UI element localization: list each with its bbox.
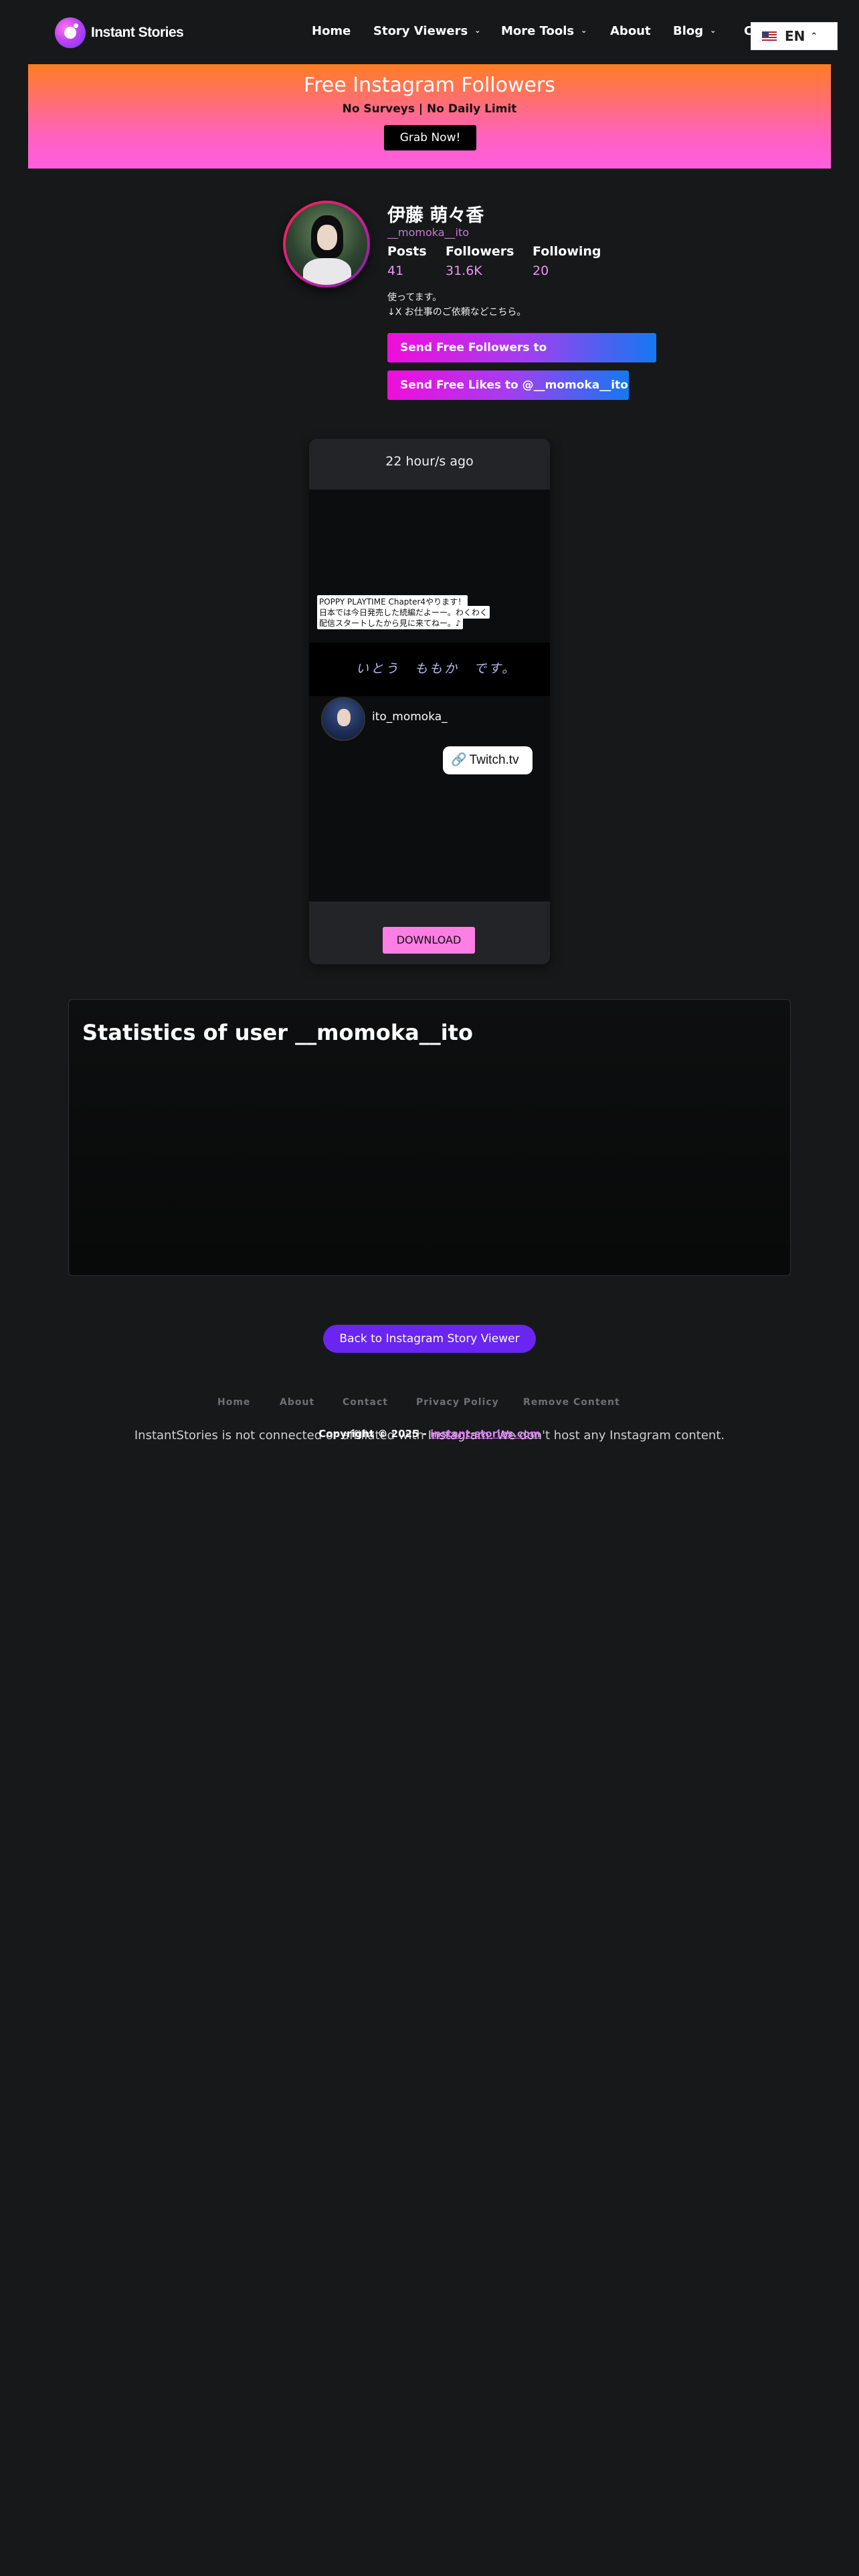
download-button[interactable]: DOWNLOAD — [383, 927, 475, 954]
avatar-photo — [286, 203, 367, 285]
nav-blog-label: Blog — [673, 24, 704, 38]
promo-subtitle: No Surveys | No Daily Limit — [342, 102, 517, 116]
link-icon: 🔗 — [451, 753, 467, 767]
nav-blog[interactable]: Blog ⌄ — [673, 24, 716, 38]
statistics-title: Statistics of user __momoka__ito — [82, 1020, 473, 1045]
language-selector[interactable]: EN ⌃ — [751, 22, 838, 50]
chevron-down-icon: ⌄ — [474, 26, 481, 35]
story-timestamp: 22 hour/s ago — [385, 454, 474, 469]
nav-about[interactable]: About — [610, 24, 651, 38]
footer-link-remove-content[interactable]: Remove Content — [523, 1397, 620, 1408]
footer-link-privacy[interactable]: Privacy Policy — [416, 1397, 499, 1408]
chevron-down-icon: ⌄ — [710, 26, 717, 35]
profile-bio: 使ってます。 ↓X お仕事のご依頼などこちら。 — [387, 290, 526, 320]
nav-home[interactable]: Home — [312, 24, 351, 38]
mention-avatar-face — [337, 709, 351, 726]
copyright-line: Copyright © 2025 - instant-stories.com — [0, 1428, 859, 1440]
mention-avatar — [321, 697, 365, 741]
copyright-link[interactable]: instant-stories.com — [430, 1428, 541, 1440]
copyright-text: Copyright © 2025 - — [318, 1428, 431, 1440]
grab-now-button[interactable]: Grab Now! — [384, 125, 476, 150]
story-card: 22 hour/s ago POPPY PLAYTIME Chapter4やりま… — [309, 439, 550, 964]
avatar-body — [303, 258, 351, 285]
story-media[interactable]: POPPY PLAYTIME Chapter4やります！ 日本では今日発売した続… — [309, 490, 550, 901]
bio-line: 使ってます。 — [387, 292, 442, 303]
handwriting-banner: いとう ももか です。 — [309, 643, 550, 696]
site-header: Instant Stories Home Story Viewers ⌄ More… — [0, 0, 859, 64]
followers-label: Followers — [446, 244, 514, 259]
send-followers-button[interactable]: Send Free Followers to @__momoka__ito — [387, 333, 656, 384]
us-flag-icon — [762, 31, 777, 41]
footer-link-about[interactable]: About — [280, 1397, 314, 1408]
profile-avatar — [283, 201, 370, 288]
footer-link-contact[interactable]: Contact — [343, 1397, 388, 1408]
promo-banner: Free Instagram Followers No Surveys | No… — [28, 64, 831, 169]
posts-count: 41 — [387, 263, 404, 278]
main-nav: Home Story Viewers ⌄ More Tools ⌄ About Bl… — [0, 24, 859, 41]
link-sticker[interactable]: 🔗 Twitch.tv — [443, 746, 533, 774]
nav-story-viewers-label: Story Viewers — [373, 24, 468, 38]
nav-more-tools[interactable]: More Tools ⌄ — [501, 24, 587, 38]
statistics-panel: Statistics of user __momoka__ito — [68, 999, 791, 1276]
send-likes-button[interactable]: Send Free Likes to @__momoka__ito — [387, 370, 629, 400]
handwriting-text: いとう ももか です。 — [356, 661, 517, 676]
following-count: 20 — [533, 263, 549, 278]
chevron-down-icon: ⌄ — [581, 26, 587, 35]
story-caption-line: 配信スタートしたから見に来てねー。♪ — [317, 617, 463, 629]
language-code: EN — [785, 28, 805, 44]
followers-count: 31.6K — [446, 263, 482, 278]
nav-story-viewers[interactable]: Story Viewers ⌄ — [373, 24, 480, 38]
avatar-face — [317, 225, 337, 250]
promo-title: Free Instagram Followers — [304, 74, 555, 97]
following-label: Following — [533, 244, 601, 259]
chevron-up-icon: ⌃ — [810, 31, 818, 41]
mention-username: ito_momoka_ — [372, 710, 448, 724]
footer-link-home[interactable]: Home — [217, 1397, 250, 1408]
back-to-viewer-button[interactable]: Back to Instagram Story Viewer — [323, 1325, 536, 1353]
bio-line: ↓X お仕事のご依頼などこちら。 — [387, 307, 527, 318]
posts-label: Posts — [387, 244, 427, 259]
profile-username[interactable]: __momoka__ito — [387, 226, 469, 239]
nav-more-tools-label: More Tools — [501, 24, 575, 38]
profile-name: 伊藤 萌々香 — [387, 205, 484, 226]
link-sticker-label: Twitch.tv — [469, 753, 519, 767]
